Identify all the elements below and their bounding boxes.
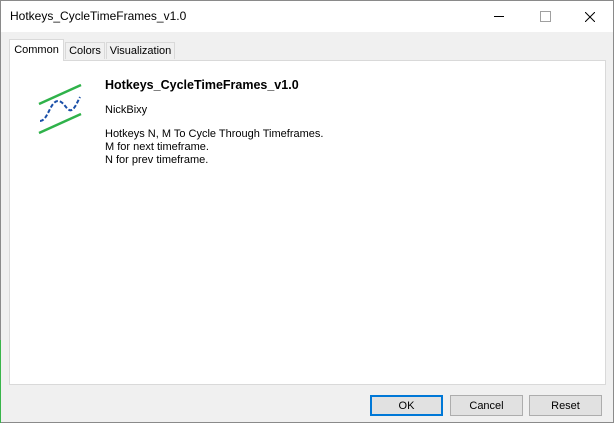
dialog-window: Hotkeys_CycleTimeFrames_v1.0 Common Colo… [0, 0, 614, 423]
minimize-button[interactable] [476, 1, 522, 32]
close-button[interactable] [567, 1, 613, 32]
tab-visualization[interactable]: Visualization [106, 42, 175, 59]
program-description: Hotkeys N, M To Cycle Through Timeframes… [105, 128, 323, 167]
close-icon [585, 11, 595, 22]
title-bar[interactable]: Hotkeys_CycleTimeFrames_v1.0 [1, 1, 613, 32]
common-tab-panel: Hotkeys_CycleTimeFrames_v1.0 NickBixy Ho… [9, 60, 606, 385]
description-line: Hotkeys N, M To Cycle Through Timeframes… [105, 128, 324, 140]
program-name: Hotkeys_CycleTimeFrames_v1.0 [105, 78, 299, 92]
maximize-icon [539, 11, 551, 22]
ok-button[interactable]: OK [370, 395, 443, 416]
cancel-button[interactable]: Cancel [450, 395, 523, 416]
tab-common[interactable]: Common [9, 39, 64, 61]
description-line: M for next timeframe. [105, 141, 209, 153]
reset-button[interactable]: Reset [529, 395, 602, 416]
window-title: Hotkeys_CycleTimeFrames_v1.0 [10, 9, 187, 23]
minimize-icon [494, 16, 504, 17]
background-window-edge [0, 340, 1, 423]
program-author: NickBixy [105, 104, 148, 116]
tab-colors[interactable]: Colors [65, 42, 105, 59]
description-line: N for prev timeframe. [105, 154, 209, 166]
maximize-button [522, 1, 568, 32]
indicator-wave-icon [38, 83, 82, 135]
